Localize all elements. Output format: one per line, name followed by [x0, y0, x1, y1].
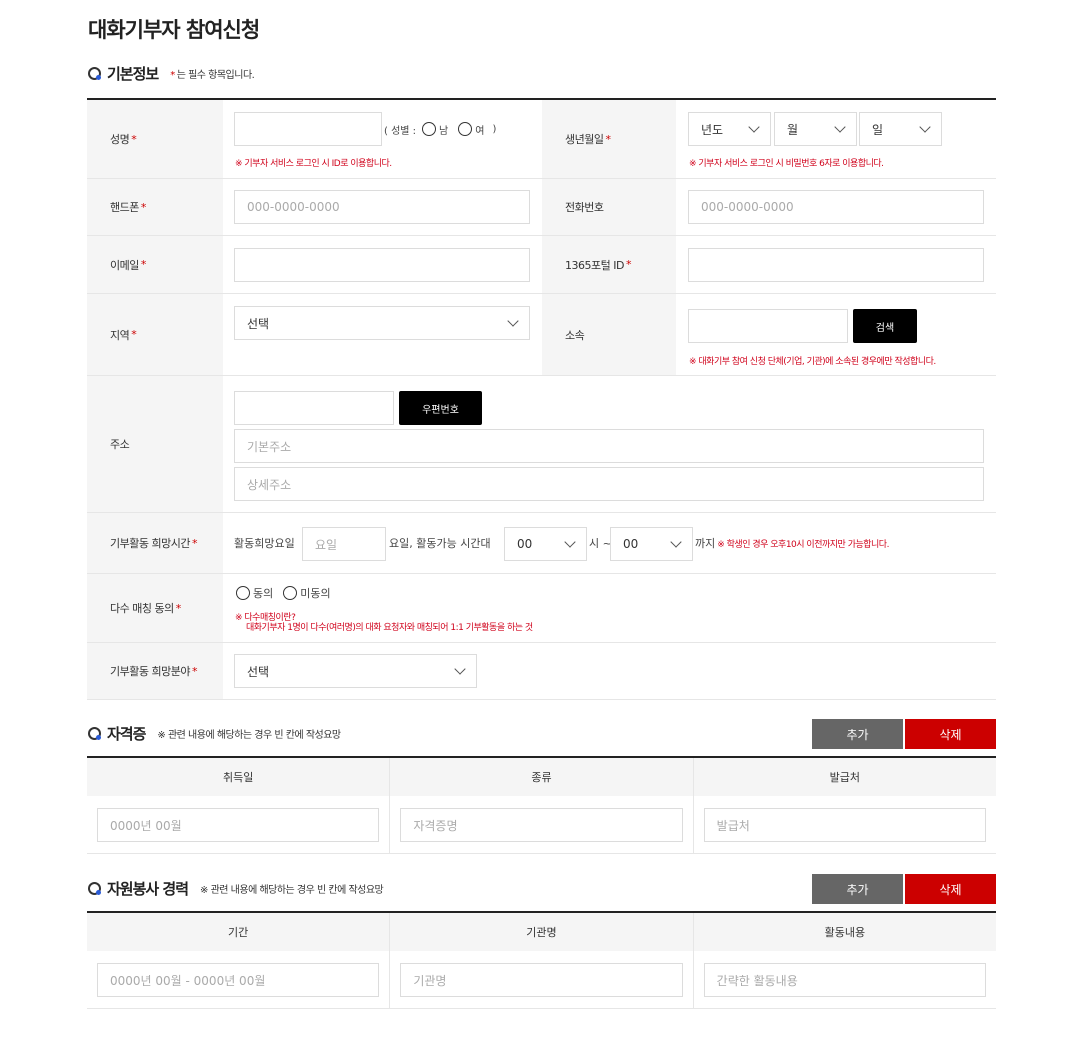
- hope-day-input[interactable]: 요일: [302, 527, 386, 561]
- mobile-input[interactable]: 000-0000-0000: [234, 190, 530, 224]
- multi-matching-label: 다수 매칭 동의 *: [87, 574, 223, 642]
- cert-note: ※ 관련 내용에 해당하는 경우 빈 칸에 작성요망: [157, 730, 341, 741]
- required-note: * 는 필수 항목입니다.: [170, 70, 255, 81]
- phone-label: 전화번호: [542, 179, 676, 235]
- row-mobile-phone: 핸드폰 * 000-0000-0000 전화번호 000-0000-0000: [87, 179, 996, 236]
- row-hope-field: 기부활동 희망분야 * 선택: [87, 643, 996, 700]
- gender-female-radio[interactable]: [458, 122, 473, 136]
- name-input[interactable]: [234, 112, 382, 146]
- start-hour-select[interactable]: 00: [504, 527, 587, 561]
- name-label: 성명 *: [87, 100, 223, 178]
- cert-issuer-input[interactable]: 발급처: [703, 808, 986, 842]
- affil-search-button[interactable]: 검색: [853, 309, 917, 343]
- affil-input[interactable]: [688, 309, 848, 343]
- cert-type-input[interactable]: 자격증명: [400, 808, 683, 842]
- volunteer-org-input[interactable]: 기관명: [400, 963, 683, 997]
- affil-label: 소속: [542, 294, 676, 375]
- multi-matching-hint-desc: 대화기부자 1명이 다수(여러명)의 대화 요청자와 매칭되어 1:1 기부활동…: [246, 623, 533, 633]
- cert-add-button[interactable]: 추가: [812, 719, 903, 749]
- section-bullet-icon: [88, 882, 101, 895]
- page-title: 대화기부자 참여신청: [88, 18, 260, 42]
- basic-info-header: 기본정보 * 는 필수 항목입니다.: [88, 63, 255, 84]
- row-email-portal: 이메일 * 1365포털 ID *: [87, 236, 996, 294]
- hope-time-hint: ※ 학생인 경우 오후10시 이전까지만 가능합니다.: [717, 539, 889, 550]
- row-region-affil: 지역 * 선택 소속 검색 ※ 대화기부 참여 신청 단체(기업, 기관)에 소속…: [87, 294, 996, 376]
- cert-col-date: 취득일: [87, 758, 391, 796]
- section-bullet-icon: [88, 727, 101, 740]
- phone-input[interactable]: 000-0000-0000: [688, 190, 984, 224]
- cert-delete-button[interactable]: 삭제: [905, 719, 996, 749]
- cert-header: 자격증 ※ 관련 내용에 해당하는 경우 빈 칸에 작성요망: [88, 723, 341, 744]
- table-row: 0000년 00월 자격증명 발급처: [87, 796, 996, 854]
- row-multi-matching: 다수 매칭 동의 * 동의 미동의 ※ 다수매칭이란? 대화기부자 1명이 다수(…: [87, 574, 996, 643]
- birth-day-select[interactable]: 일: [859, 112, 942, 146]
- portal-id-input[interactable]: [688, 248, 984, 282]
- chevron-down-icon: [748, 120, 760, 133]
- hope-time-label: 기부활동 희망시간 *: [87, 513, 223, 573]
- cert-table: 취득일 종류 발급처 0000년 00월 자격증명 발급처: [87, 756, 996, 854]
- chevron-down-icon: [507, 314, 519, 327]
- birth-month-select[interactable]: 월: [774, 112, 857, 146]
- disagree-radio[interactable]: [283, 586, 298, 600]
- volunteer-table-header: 기간 기관명 활동내용: [87, 913, 996, 951]
- cert-title: 자격증: [107, 725, 146, 743]
- volunteer-add-button[interactable]: 추가: [812, 874, 903, 904]
- section-bullet-icon: [88, 67, 101, 80]
- affil-hint: ※ 대화기부 참여 신청 단체(기업, 기관)에 소속된 경우에만 작성합니다.: [689, 357, 936, 367]
- birth-year-select[interactable]: 년도: [688, 112, 771, 146]
- hope-field-select[interactable]: 선택: [234, 654, 477, 688]
- volunteer-note: ※ 관련 내용에 해당하는 경우 빈 칸에 작성요망: [200, 885, 384, 896]
- mobile-label: 핸드폰 *: [87, 179, 223, 235]
- row-name-birth: 성명 * ( 성별 : 남 여 ) ※ 기부자 서비스 로그인 시 ID로 이용합…: [87, 100, 996, 179]
- name-hint: ※ 기부자 서비스 로그인 시 ID로 이용합니다.: [235, 159, 392, 169]
- agree-radio[interactable]: [236, 586, 250, 600]
- volunteer-col-activity: 활동내용: [824, 926, 866, 939]
- cert-table-header: 취득일 종류 발급처: [87, 758, 996, 796]
- chevron-down-icon: [834, 120, 846, 133]
- volunteer-delete-button[interactable]: 삭제: [905, 874, 996, 904]
- row-hope-time: 기부활동 희망시간 * 활동희망요일 요일 요일, 활동가능 시간대 00 시 ~…: [87, 513, 996, 574]
- detail-address-input[interactable]: 상세주소: [234, 467, 984, 501]
- chevron-down-icon: [564, 535, 576, 548]
- hour-sep: 시 ~: [589, 537, 612, 550]
- email-input[interactable]: [234, 248, 530, 282]
- region-select[interactable]: 선택: [234, 306, 530, 340]
- address-label: 주소: [87, 376, 223, 512]
- zipcode-button[interactable]: 우편번호: [399, 391, 482, 425]
- volunteer-col-org: 기관명: [390, 913, 694, 951]
- end-hour-select[interactable]: 00: [610, 527, 693, 561]
- region-label: 지역 *: [87, 294, 223, 375]
- cert-date-input[interactable]: 0000년 00월: [97, 808, 380, 842]
- until-label: 까지 ※ 학생인 경우 오후10시 이전까지만 가능합니다.: [695, 537, 889, 550]
- hope-day-label: 활동희망요일: [234, 537, 295, 550]
- gender-group: ( 성별 : 남 여 ): [384, 122, 497, 137]
- zipcode-input[interactable]: [234, 391, 394, 425]
- volunteer-header: 자원봉사 경력 ※ 관련 내용에 해당하는 경우 빈 칸에 작성요망: [88, 878, 384, 899]
- volunteer-period-input[interactable]: 0000년 00월 - 0000년 00월: [97, 963, 380, 997]
- chevron-down-icon: [919, 120, 931, 133]
- multi-matching-options: 동의 미동의: [236, 584, 331, 602]
- row-address: 주소 우편번호 기본주소 상세주소: [87, 376, 996, 513]
- basic-address-input[interactable]: 기본주소: [234, 429, 984, 463]
- portal-id-label: 1365포털 ID *: [542, 236, 676, 293]
- birth-hint: ※ 기부자 서비스 로그인 시 비밀번호 6자로 이용합니다.: [689, 159, 884, 169]
- table-row: 0000년 00월 - 0000년 00월 기관명 간략한 활동내용: [87, 951, 996, 1009]
- gender-male-radio[interactable]: [422, 122, 437, 136]
- basic-info-form: 성명 * ( 성별 : 남 여 ) ※ 기부자 서비스 로그인 시 ID로 이용합…: [87, 98, 996, 700]
- volunteer-activity-input[interactable]: 간략한 활동내용: [703, 963, 986, 997]
- volunteer-title: 자원봉사 경력: [107, 880, 189, 898]
- avail-time-label: 요일, 활동가능 시간대: [389, 537, 491, 550]
- email-label: 이메일 *: [87, 236, 223, 293]
- birth-label: 생년월일 *: [542, 100, 676, 178]
- volunteer-col-period: 기간: [87, 913, 391, 951]
- cert-col-issuer: 발급처: [829, 771, 860, 784]
- cert-col-type: 종류: [390, 758, 694, 796]
- chevron-down-icon: [454, 662, 466, 675]
- hope-field-label: 기부활동 희망분야 *: [87, 643, 223, 699]
- volunteer-table: 기간 기관명 활동내용 0000년 00월 - 0000년 00월 기관명 간략…: [87, 911, 996, 1009]
- basic-info-title: 기본정보: [107, 65, 159, 83]
- chevron-down-icon: [670, 535, 682, 548]
